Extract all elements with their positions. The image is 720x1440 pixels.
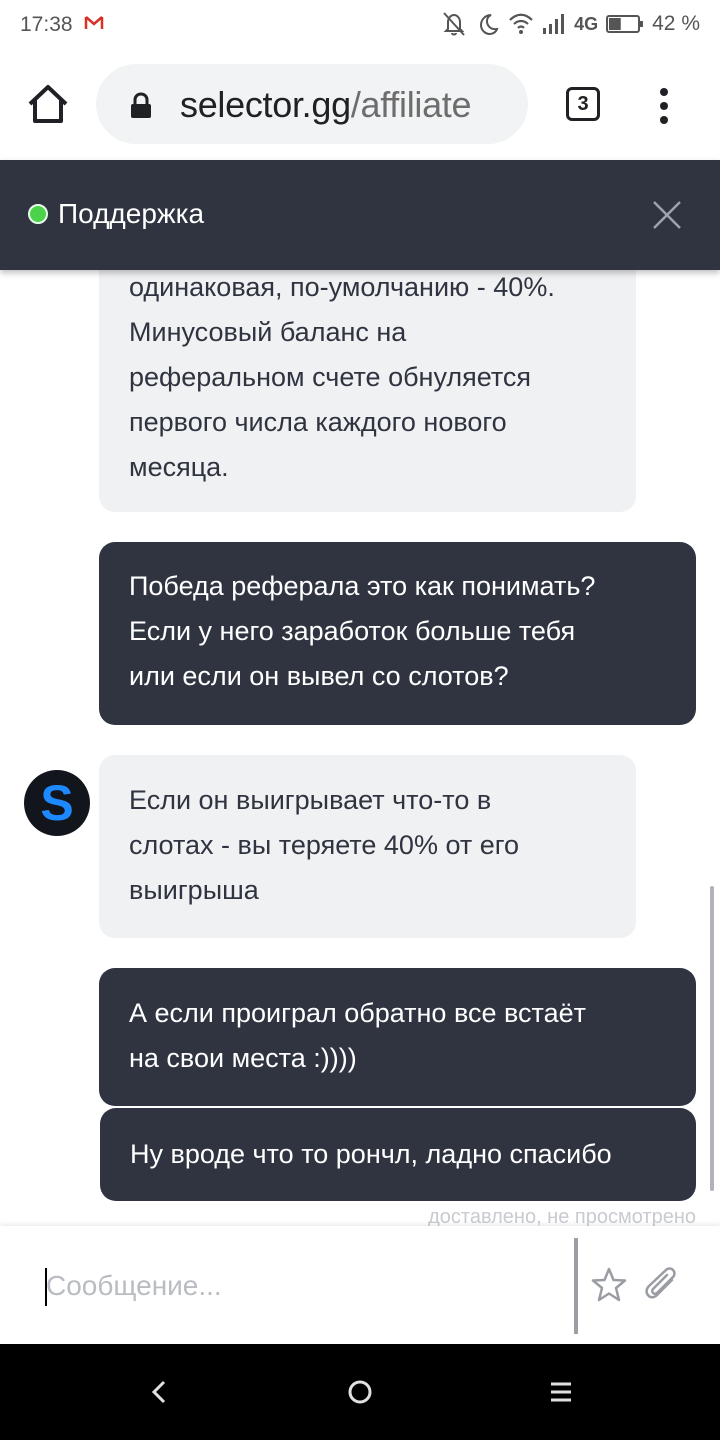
star-icon[interactable] (590, 1266, 628, 1304)
message-composer (0, 1226, 720, 1344)
message-user: Ну вроде что то рончл, ладно спасибо (100, 1108, 696, 1201)
network-type: 4G (574, 13, 599, 34)
chat-title: Поддержка (58, 198, 205, 229)
url-domain: selector.gg (180, 84, 351, 125)
avatar: S (24, 770, 90, 836)
url-text[interactable]: selector.gg/affiliate (180, 84, 472, 126)
message-text: Ну вроде что то рончл, ладно спасибо (130, 1139, 612, 1169)
chat-scrollbar[interactable] (710, 886, 714, 1191)
message-support: Если он выигрывает что-то в слотах - вы … (99, 755, 636, 938)
more-menu-icon[interactable] (652, 86, 676, 126)
gmail-notification-icon (84, 16, 104, 29)
message-text: А если проиграл обратно все встаёт на св… (129, 998, 587, 1073)
back-icon[interactable] (142, 1374, 178, 1410)
wifi-icon (509, 13, 533, 34)
message-text: одинаковая, по-умолчанию - 40%. Минусовы… (129, 272, 555, 482)
online-status-indicator (28, 204, 48, 224)
message-user: А если проиграл обратно все встаёт на св… (99, 968, 696, 1106)
home-icon[interactable] (26, 82, 70, 126)
address-bar[interactable]: selector.gg/affiliate (96, 64, 528, 144)
bell-off-icon (443, 12, 465, 36)
moon-icon (480, 14, 499, 36)
signal-icon (543, 14, 565, 34)
status-icons: 4G 42 % (440, 11, 700, 37)
home-circle-icon[interactable] (342, 1374, 378, 1410)
message-text: Если он выигрывает что-то в слотах - вы … (129, 785, 520, 905)
composer-divider (574, 1238, 578, 1334)
battery-percent: 42 % (652, 12, 700, 35)
recents-menu-icon[interactable] (543, 1374, 579, 1410)
message-text: Победа реферала это как понимать? Если у… (129, 571, 596, 691)
browser-toolbar: selector.gg/affiliate 3 (0, 50, 720, 160)
message-user: Победа реферала это как понимать? Если у… (99, 542, 696, 725)
tab-switcher-button[interactable]: 3 (566, 87, 600, 121)
lock-icon (131, 92, 151, 118)
url-path: /affiliate (350, 84, 472, 125)
text-cursor (45, 1268, 47, 1306)
status-time: 17:38 (20, 13, 73, 36)
avatar-letter: S (40, 775, 74, 831)
chat-header: Поддержка (0, 160, 720, 270)
close-icon[interactable] (650, 198, 684, 232)
status-bar: 17:38 4G 42 % (0, 0, 720, 50)
message-input[interactable] (46, 1262, 566, 1310)
battery-icon (606, 15, 644, 33)
system-navigation-bar (0, 1344, 720, 1440)
paperclip-icon[interactable] (642, 1266, 682, 1306)
